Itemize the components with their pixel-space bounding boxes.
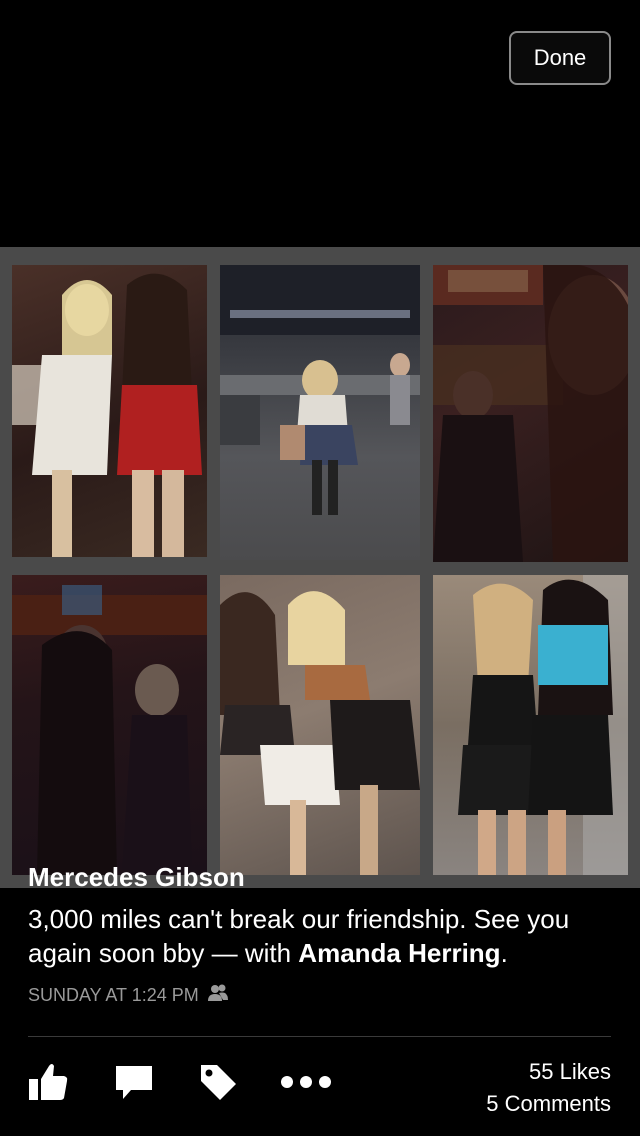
post-timestamp: SUNDAY AT 1:24 PM [28,984,229,1007]
comment-button[interactable] [112,1062,156,1106]
post-stats: 55 Likes 5 Comments [486,1056,611,1120]
collage-photo-6 [433,575,628,875]
like-icon [27,1062,69,1107]
timestamp-text: SUNDAY AT 1:24 PM [28,985,199,1005]
tag-button[interactable] [196,1062,240,1106]
collage-photo-4 [12,575,207,875]
like-button[interactable] [26,1062,70,1106]
collage-photo-5 [220,575,420,875]
caption-suffix: . [500,938,508,968]
done-button[interactable]: Done [509,31,611,85]
comments-count[interactable]: 5 Comments [486,1088,611,1120]
friends-icon [207,984,229,1007]
tagged-friend-link[interactable]: Amanda Herring [298,938,500,968]
collage-photo-2 [220,265,420,560]
comment-icon [114,1062,154,1107]
tag-icon [197,1061,239,1108]
likes-count[interactable]: 55 Likes [486,1056,611,1088]
collage-photo-3 [433,265,628,562]
more-icon [280,1075,332,1094]
post-author-name[interactable]: Mercedes Gibson [28,860,245,894]
with-prefix: — with [204,938,299,968]
more-button[interactable] [280,1062,332,1106]
post-caption: 3,000 miles can't break our friendship. … [28,902,628,970]
divider [28,1036,611,1037]
photo-collage[interactable] [0,247,640,888]
collage-photo-1 [12,265,207,557]
